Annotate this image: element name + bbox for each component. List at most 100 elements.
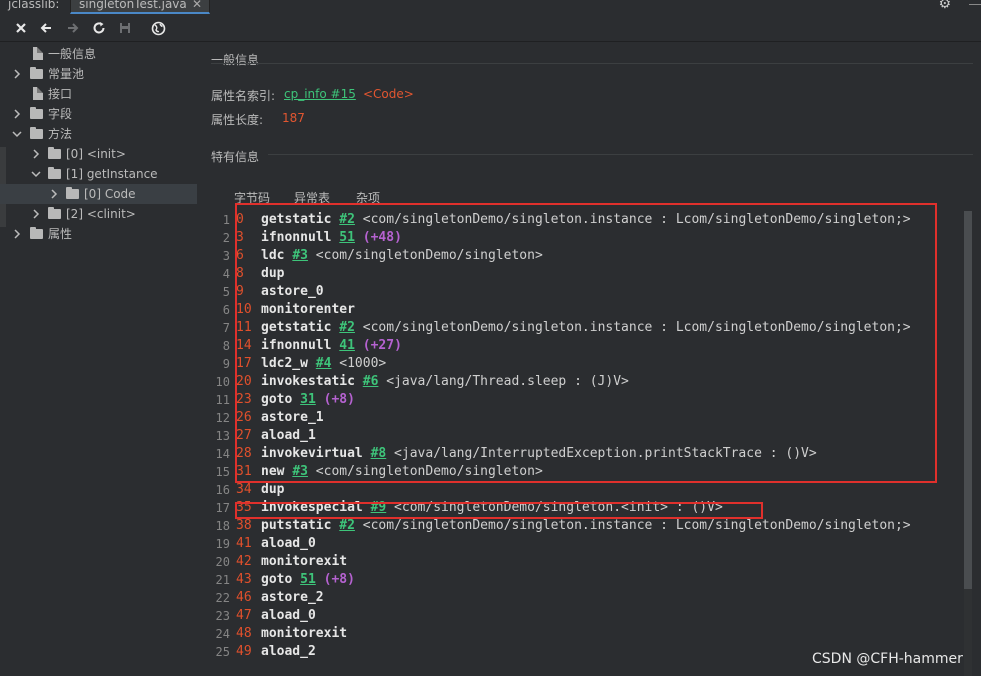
tree-item-attributes[interactable]: 属性 [0,224,197,244]
code-line[interactable]: 6 10 monitorenter [198,301,958,319]
operand-link[interactable]: 51 [339,230,355,245]
code-line[interactable]: 3 6 ldc #3 <com/singletonDemo/singleton> [198,247,958,265]
code-line[interactable]: 19 41 aload_0 [198,535,958,553]
code-line[interactable]: 8 14 ifnonnull 41 (+27) [198,337,958,355]
code-line[interactable]: 12 26 astore_1 [198,409,958,427]
operand-link[interactable]: #4 [316,356,332,371]
tree-item-code[interactable]: [0] Code [0,184,197,204]
opcode: monitorexit [261,626,348,641]
tab-jclasslib[interactable]: jclasslib: [0,0,67,14]
instruction: aload_2 [261,643,316,661]
tree-item-method-clinit[interactable]: [2] <clinit> [0,204,197,224]
chevron-right-icon[interactable] [11,64,23,84]
code-line[interactable]: 15 31 new #3 <com/singletonDemo/singleton> [198,463,958,481]
opcode: ifnonnull [261,338,332,353]
tab-exception-table[interactable]: 异常表 [294,189,330,206]
opcode: ldc2_w [261,356,308,371]
code-line[interactable]: 5 9 astore_0 [198,283,958,301]
tree-item-method-getinstance[interactable]: [1] getInstance [0,164,197,184]
relative-offset: (+8) [315,572,355,587]
instruction: ifnonnull 41 (+27) [261,337,402,355]
opcode: invokevirtual [261,446,363,461]
minimize-icon[interactable] [969,0,981,5]
code-line[interactable]: 9 17 ldc2_w #4 <1000> [198,355,958,373]
operand-link[interactable]: #8 [371,446,387,461]
instruction: dup [261,265,284,283]
gear-icon[interactable]: ⚙ [938,0,951,12]
tab-misc[interactable]: 杂项 [356,189,380,206]
chevron-right-icon[interactable] [11,224,23,244]
code-line[interactable]: 2 3 ifnonnull 51 (+48) [198,229,958,247]
tree-item-label: [2] <clinit> [66,207,136,221]
cp-info-link[interactable]: cp_info #15 [284,87,356,101]
folder-icon [66,187,79,199]
opcode: monitorexit [261,554,348,569]
code-line[interactable]: 7 11 getstatic #2 <com/singletonDemo/singl… [198,319,958,337]
save-icon[interactable] [115,18,135,38]
chevron-right-icon[interactable] [11,104,23,124]
instruction: dup [261,481,284,499]
chevron-down-icon[interactable] [30,164,42,184]
divider [268,154,973,155]
refresh-icon[interactable] [89,18,109,38]
code-line[interactable]: 23 47 aload_0 [198,607,958,625]
chevron-right-icon[interactable] [30,204,42,224]
tree-item-general-info[interactable]: 一般信息 [0,44,197,64]
operand-link[interactable]: #2 [339,320,355,335]
instruction: aload_1 [261,427,316,445]
line-number: 24 [215,627,230,641]
code-line[interactable]: 18 38 putstatic #2 <com/singletonDemo/sing… [198,517,958,535]
web-icon[interactable] [148,18,168,38]
general-info-title: 一般信息 [211,53,260,67]
code-line[interactable]: 13 27 aload_1 [198,427,958,445]
back-icon[interactable] [36,18,56,38]
code-line[interactable]: 10 20 invokestatic #6 <java/lang/Thread.sl… [198,373,958,391]
line-number: 6 [222,303,230,317]
attribute-name-value: <Code> [363,87,414,101]
chevron-down-icon[interactable] [11,124,23,144]
operand-link[interactable]: #3 [292,464,308,479]
tab-singletontest[interactable]: singletonTest.java ✕ [70,0,210,14]
instruction: new #3 <com/singletonDemo/singleton> [261,463,543,481]
relative-offset: (+27) [354,338,402,353]
attribute-length-label: 属性长度: [211,113,264,127]
code-line[interactable]: 11 23 goto 31 (+8) [198,391,958,409]
operand-link[interactable]: #3 [292,248,308,263]
line-number: 1 [222,213,230,227]
tree-item-interfaces[interactable]: 接口 [0,84,197,104]
chevron-right-icon[interactable] [48,184,60,204]
code-line[interactable]: 22 46 astore_2 [198,589,958,607]
instruction: invokespecial #9 <com/singletonDemo/sing… [261,499,723,517]
operand-link[interactable]: 31 [300,392,316,407]
forward-icon[interactable] [63,18,83,38]
tree-item-methods[interactable]: 方法 [0,124,197,144]
code-line[interactable]: 21 43 goto 51 (+8) [198,571,958,589]
opcode: dup [261,482,285,497]
code-line[interactable]: 4 8 dup [198,265,958,283]
folder-icon [48,207,61,219]
tree-item-constant-pool[interactable]: 常量池 [0,64,197,84]
close-icon[interactable] [11,18,31,38]
operand-link[interactable]: 51 [300,572,316,587]
operand-link[interactable]: #9 [371,500,387,515]
opcode: goto [261,572,293,587]
close-icon[interactable]: ✕ [192,0,202,12]
tab-bytecode[interactable]: 字节码 [234,189,270,206]
tree-item-method-init[interactable]: [0] <init> [0,144,197,164]
line-number: 11 [215,393,230,407]
operand-link[interactable]: 41 [339,338,355,353]
operand-link[interactable]: #2 [339,518,355,533]
line-number: 10 [215,375,230,389]
code-line[interactable]: 24 48 monitorexit [198,625,958,643]
code-line[interactable]: 1 0 getstatic #2 <com/singletonDemo/single… [198,211,958,229]
chevron-right-icon[interactable] [30,144,42,164]
bytecode-offset: 34 [236,482,252,497]
code-line[interactable]: 17 35 invokespecial #9 <com/singletonDemo/… [198,499,958,517]
code-line[interactable]: 14 28 invokevirtual #8 <java/lang/Interrup… [198,445,958,463]
code-line[interactable]: 16 34 dup [198,481,958,499]
operand-link[interactable]: #6 [363,374,379,389]
tree-item-fields[interactable]: 字段 [0,104,197,124]
code-line[interactable]: 20 42 monitorexit [198,553,958,571]
operand-link[interactable]: #2 [339,212,355,227]
line-number: 13 [215,429,230,443]
